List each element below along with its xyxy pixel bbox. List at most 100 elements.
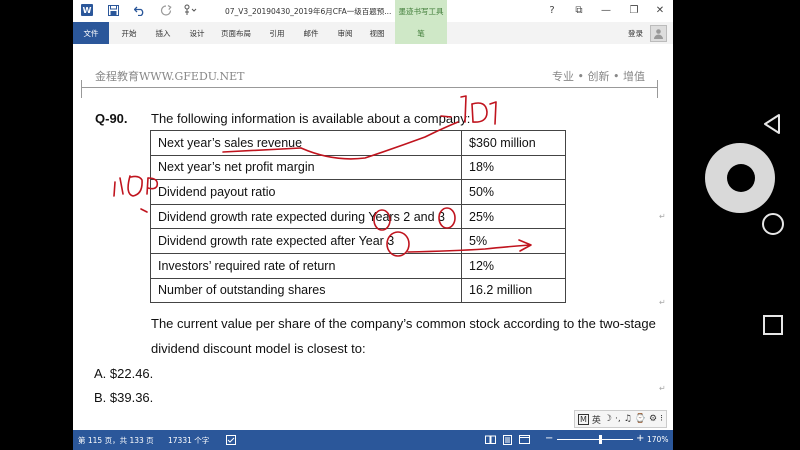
read-mode-icon[interactable] (485, 434, 496, 445)
tab-layout[interactable]: 页面布局 (216, 22, 256, 44)
document-title: 07_V3_20190430_2019年6月CFA一级百题预... (225, 7, 392, 16)
title-bar: W 07_V3_20190430_2019年6月CFA一级百题预... 墨迹书写… (73, 0, 673, 22)
ribbon-display-options-button[interactable]: ⧉ (570, 3, 588, 17)
table-cell-value: 18% (461, 154, 566, 181)
ime-language[interactable]: 英 (592, 413, 601, 426)
web-layout-icon[interactable] (519, 434, 530, 445)
row-value-text: 5% (469, 234, 488, 249)
user-icon[interactable] (650, 25, 667, 42)
row-label-text: Investors’ required rate of return (158, 258, 336, 273)
margin-mark-right (657, 80, 658, 98)
row-label-text: Dividend payout ratio (158, 184, 276, 199)
ime-moon-icon[interactable]: ☽ (604, 414, 612, 424)
proofing-icon[interactable] (225, 434, 236, 445)
question-text-line-1: The current value per share of the compa… (151, 316, 656, 331)
page-header-left: 金程教育WWW.GFEDU.NET (95, 70, 245, 83)
info-table: Next year’s sales revenue $360 million Nex… (150, 130, 566, 304)
table-cell-value: 16.2 million (461, 277, 566, 304)
question-intro: The following information is available a… (151, 111, 471, 126)
tab-references[interactable]: 引用 (263, 22, 291, 44)
minimize-button[interactable]: — (597, 3, 615, 17)
document-canvas[interactable]: 金程教育WWW.GFEDU.NET 专业 • 创新 • 增值 Q-90. The… (73, 44, 673, 430)
undo-icon[interactable] (133, 3, 147, 17)
page-count[interactable]: 第 115 页，共 133 页 (78, 435, 154, 446)
tab-mailings[interactable]: 邮件 (297, 22, 325, 44)
margin-mark-left (81, 80, 82, 98)
row-value-text: 50% (469, 184, 495, 199)
table-cell-value: 25% (461, 203, 566, 230)
tab-file[interactable]: 文件 (73, 22, 109, 44)
row-label-text: Next year’s net profit margin (158, 160, 315, 175)
table-row: Dividend growth rate expected during Yea… (150, 203, 566, 230)
print-layout-icon[interactable] (502, 434, 513, 445)
tab-insert[interactable]: 插入 (149, 22, 177, 44)
row-label-text: Dividend growth rate expected after Year… (158, 234, 395, 249)
option-b: B. $39.36. (94, 390, 154, 405)
table-row: Number of outstanding shares 16.2 million (150, 277, 566, 304)
table-cell-label: Next year’s net profit margin (150, 154, 462, 181)
touch-mode-icon[interactable] (183, 3, 197, 17)
tab-pen[interactable]: 笔 (395, 22, 447, 44)
ime-settings-icon[interactable]: ⚙ (649, 414, 657, 424)
table-cell-value: 50% (461, 179, 566, 205)
row-value-text: 16.2 million (469, 283, 533, 298)
home-icon[interactable] (762, 213, 784, 235)
header-rule (81, 87, 657, 88)
table-cell-label: Number of outstanding shares (150, 277, 462, 304)
back-icon[interactable] (762, 113, 784, 135)
paragraph-marks: ↵ ↵ ↵ (659, 212, 666, 393)
row-label-text: Dividend growth rate expected during Yea… (158, 209, 445, 224)
help-button[interactable]: ? (543, 3, 561, 17)
table-cell-label: Next year’s sales revenue (150, 130, 462, 156)
zoom-slider-thumb[interactable] (599, 435, 602, 444)
table-cell-value: 12% (461, 252, 566, 279)
ribbon-tabs: 文件 开始 插入 设计 页面布局 引用 邮件 审阅 视图 笔 登录 (73, 22, 673, 45)
table-cell-value: 5% (461, 228, 566, 254)
question-text-line-2: dividend discount model is closest to: (151, 341, 366, 356)
row-value-text: 25% (469, 209, 495, 224)
close-button[interactable]: ✕ (651, 3, 669, 17)
ime-toolbar[interactable]: M 英 ☽ ·, ♫ ⌚ ⚙ ⁝ (574, 410, 667, 428)
table-cell-value: $360 million (461, 130, 566, 156)
phone-black-bar-left (0, 0, 73, 450)
ime-clock-icon[interactable]: ⌚ (635, 414, 646, 424)
row-value-text: $360 million (469, 135, 536, 150)
table-row: Next year’s net profit margin 18% (150, 154, 566, 181)
table-cell-label: Dividend growth rate expected during Yea… (150, 203, 462, 230)
restore-button[interactable]: ❐ (625, 3, 643, 17)
page-header-right: 专业 • 创新 • 增值 (552, 70, 645, 83)
row-value-text: 18% (469, 160, 495, 175)
floating-ball-center (727, 164, 755, 192)
tab-design[interactable]: 设计 (183, 22, 211, 44)
tab-review[interactable]: 审阅 (331, 22, 359, 44)
row-label-text: Number of outstanding shares (158, 283, 326, 298)
question-number: Q-90. (95, 111, 128, 126)
redo-icon[interactable] (159, 3, 173, 17)
table-row: Dividend payout ratio 50% (150, 179, 566, 205)
row-value-text: 12% (469, 258, 495, 273)
zoom-slider-track[interactable] (557, 439, 633, 440)
table-row: Next year’s sales revenue $360 million (150, 130, 566, 156)
sign-in-link[interactable]: 登录 (628, 28, 643, 39)
status-bar: 第 115 页，共 133 页 17331 个字 − + 170% (73, 430, 673, 450)
save-icon[interactable] (106, 3, 120, 17)
ime-voice-icon[interactable]: ♫ (624, 414, 632, 424)
zoom-in-button[interactable]: + (636, 433, 644, 444)
ink-tools-context-label: 墨迹书写工具 (395, 0, 447, 22)
table-cell-label: Investors’ required rate of return (150, 252, 462, 279)
option-a: A. $22.46. (94, 366, 154, 381)
table-row: Dividend growth rate expected after Year… (150, 228, 566, 254)
word-count[interactable]: 17331 个字 (168, 435, 209, 446)
recent-apps-icon[interactable] (763, 315, 783, 335)
word-window: W 07_V3_20190430_2019年6月CFA一级百题预... 墨迹书写… (73, 0, 673, 450)
ime-mode-indicator[interactable]: M (578, 413, 589, 425)
table-row: Investors’ required rate of return 12% (150, 252, 566, 279)
zoom-level[interactable]: 170% (647, 435, 668, 444)
tab-view[interactable]: 视图 (363, 22, 391, 44)
tab-home[interactable]: 开始 (115, 22, 143, 44)
table-cell-label: Dividend payout ratio (150, 179, 462, 205)
row-label-text: Next year’s sales revenue (158, 135, 303, 150)
ime-punctuation-icon[interactable]: ·, (615, 414, 621, 424)
word-app-icon: W (81, 4, 93, 16)
zoom-out-button[interactable]: − (545, 433, 553, 444)
